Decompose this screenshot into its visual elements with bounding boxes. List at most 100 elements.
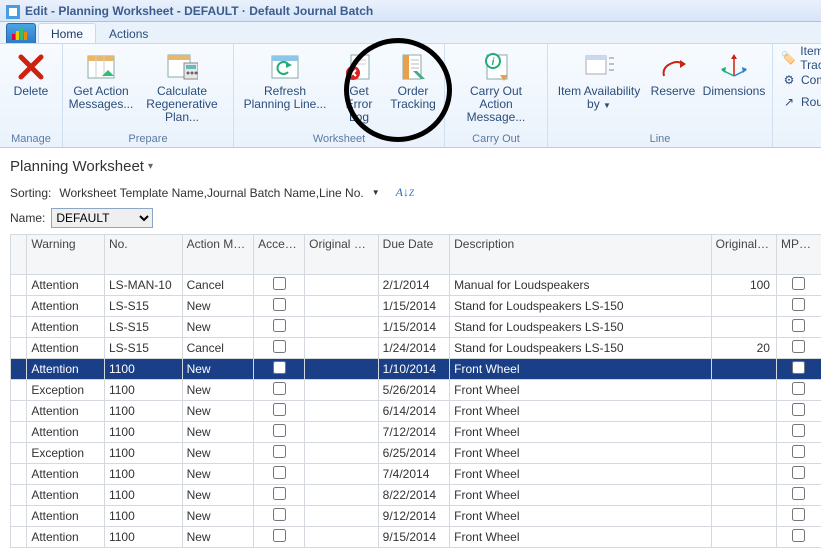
cell-mps[interactable] [776,338,821,359]
cell-no[interactable]: 1100 [104,401,182,422]
cell-warning[interactable]: Attention [27,401,105,422]
cell-action[interactable]: New [182,422,253,443]
mps-checkbox[interactable] [792,445,805,458]
cell-no[interactable]: 1100 [104,443,182,464]
cell-no[interactable]: 1100 [104,380,182,401]
cell-no[interactable]: 1100 [104,422,182,443]
cell-action[interactable]: New [182,317,253,338]
cell-origdue[interactable] [305,275,379,296]
row-handle[interactable] [11,359,27,380]
tab-actions[interactable]: Actions [96,23,161,43]
cell-origdue[interactable] [305,401,379,422]
row-handle[interactable] [11,380,27,401]
cell-accept[interactable] [254,338,305,359]
cell-desc[interactable]: Front Wheel [450,527,711,548]
cell-warning[interactable]: Attention [27,485,105,506]
planning-worksheet-grid[interactable]: Warning No. Action Message Accept Action… [10,234,821,548]
table-row[interactable]: AttentionLS-S15Cancel1/24/2014Stand for … [11,338,821,359]
cell-origdue[interactable] [305,443,379,464]
table-row[interactable]: Exception1100New6/25/2014Front Wheel [11,443,821,464]
cell-action[interactable]: New [182,401,253,422]
row-handle[interactable] [11,464,27,485]
table-row[interactable]: Attention1100New9/15/2014Front Wheel [11,527,821,548]
col-origqty[interactable]: Original Quantity [711,235,776,275]
accept-checkbox[interactable] [273,298,286,311]
cell-qty[interactable] [711,359,776,380]
cell-desc[interactable]: Front Wheel [450,401,711,422]
col-desc[interactable]: Description [450,235,711,275]
cell-qty[interactable]: 20 [711,338,776,359]
cell-action[interactable]: New [182,485,253,506]
row-handle[interactable] [11,506,27,527]
cell-qty[interactable] [711,296,776,317]
cell-qty[interactable] [711,443,776,464]
cell-mps[interactable] [776,275,821,296]
row-handle[interactable] [11,422,27,443]
cell-mps[interactable] [776,527,821,548]
cell-warning[interactable]: Attention [27,338,105,359]
cell-mps[interactable] [776,359,821,380]
cell-action[interactable]: New [182,464,253,485]
cell-action[interactable]: Cancel [182,275,253,296]
row-handle[interactable] [11,485,27,506]
cell-due[interactable]: 6/14/2014 [378,401,449,422]
col-mps[interactable]: MPS Order [776,235,821,275]
cell-no[interactable]: 1100 [104,485,182,506]
cell-due[interactable]: 2/1/2014 [378,275,449,296]
accept-checkbox[interactable] [273,529,286,542]
cell-due[interactable]: 1/24/2014 [378,338,449,359]
cell-mps[interactable] [776,506,821,527]
mps-checkbox[interactable] [792,361,805,374]
cell-origdue[interactable] [305,506,379,527]
cell-action[interactable]: Cancel [182,338,253,359]
refresh-planning-line-button[interactable]: Refresh Planning Line... [240,48,330,112]
cell-warning[interactable]: Attention [27,422,105,443]
cell-accept[interactable] [254,527,305,548]
row-handle[interactable] [11,296,27,317]
cell-due[interactable]: 9/15/2014 [378,527,449,548]
cell-action[interactable]: New [182,506,253,527]
cell-due[interactable]: 1/10/2014 [378,359,449,380]
page-heading[interactable]: Planning Worksheet ▾ [10,158,815,175]
mps-checkbox[interactable] [792,319,805,332]
cell-mps[interactable] [776,464,821,485]
tab-home[interactable]: Home [38,23,96,43]
cell-warning[interactable]: Exception [27,380,105,401]
table-row[interactable]: Attention1100New8/22/2014Front Wheel [11,485,821,506]
mps-checkbox[interactable] [792,403,805,416]
accept-checkbox[interactable] [273,403,286,416]
row-handle[interactable] [11,443,27,464]
table-row[interactable]: Attention1100New 6/14/2014Front Wheel [11,401,821,422]
cell-desc[interactable]: Front Wheel [450,443,711,464]
cell-desc[interactable]: Stand for Loudspeakers LS-150 [450,338,711,359]
cell-origdue[interactable] [305,359,379,380]
cell-no[interactable]: LS-MAN-10 [104,275,182,296]
cell-origdue[interactable] [305,422,379,443]
table-row[interactable]: AttentionLS-MAN-10Cancel2/1/2014Manual f… [11,275,821,296]
cell-qty[interactable] [711,464,776,485]
item-tracking-button[interactable]: 🏷️ Item Tracking [775,48,821,68]
cell-accept[interactable] [254,443,305,464]
accept-checkbox[interactable] [273,277,286,290]
cell-desc[interactable]: Front Wheel [450,422,711,443]
cell-qty[interactable] [711,380,776,401]
cell-action[interactable]: New [182,359,253,380]
accept-checkbox[interactable] [273,445,286,458]
cell-warning[interactable]: Attention [27,506,105,527]
cell-desc[interactable]: Manual for Loudspeakers [450,275,711,296]
col-no[interactable]: No. [104,235,182,275]
cell-no[interactable]: 1100 [104,527,182,548]
mps-checkbox[interactable] [792,487,805,500]
cell-action[interactable]: New [182,527,253,548]
cell-due[interactable]: 9/12/2014 [378,506,449,527]
cell-no[interactable]: 1100 [104,359,182,380]
chevron-down-icon[interactable]: ▼ [372,188,380,197]
cell-origdue[interactable] [305,338,379,359]
cell-warning[interactable]: Attention [27,359,105,380]
cell-origdue[interactable] [305,464,379,485]
table-row[interactable]: Attention1100New1/10/2014Front Wheel [11,359,821,380]
cell-desc[interactable]: Front Wheel [450,380,711,401]
mps-checkbox[interactable] [792,277,805,290]
cell-origdue[interactable] [305,317,379,338]
mps-checkbox[interactable] [792,382,805,395]
